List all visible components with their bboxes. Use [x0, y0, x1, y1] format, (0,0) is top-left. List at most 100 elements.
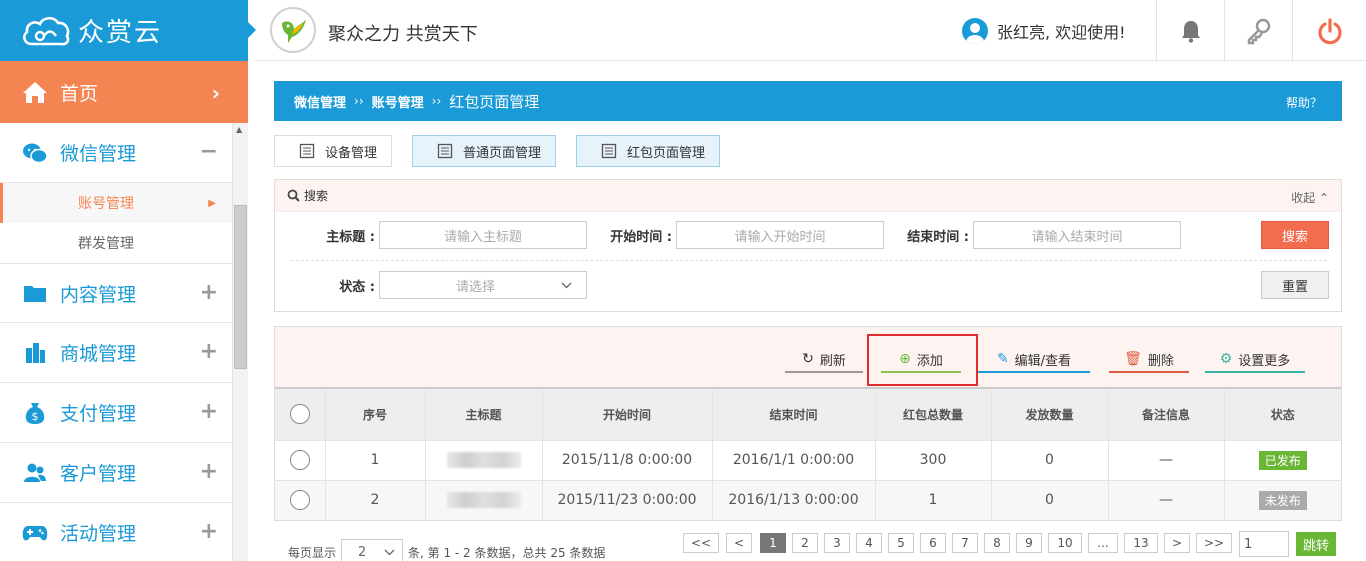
page-next[interactable]: >: [1164, 533, 1190, 553]
redacted-title: [446, 492, 521, 509]
more-settings-button[interactable]: ⚙ 设置更多: [1205, 347, 1305, 373]
search-panel-title: 搜索: [304, 189, 329, 203]
notifications-button[interactable]: [1156, 0, 1224, 61]
expand-icon[interactable]: +: [200, 519, 218, 544]
cell-status: 已发布: [1224, 439, 1341, 480]
cell-title: [425, 479, 543, 520]
page-number[interactable]: 7: [952, 533, 978, 553]
logout-button[interactable]: [1292, 0, 1366, 61]
breadcrumb: 微信管理 ›› 账号管理 ›› 红包页面管理 帮助？: [274, 81, 1342, 121]
password-button[interactable]: [1224, 0, 1292, 61]
page-number[interactable]: 9: [1016, 533, 1042, 553]
select-all-header[interactable]: [275, 389, 326, 440]
title-input[interactable]: 请输入主标题: [379, 221, 587, 249]
column-header: 开始时间: [542, 389, 713, 440]
sidebar-item-payment[interactable]: $ 支付管理 +: [0, 383, 232, 443]
jump-page-input[interactable]: 1: [1239, 531, 1289, 557]
delete-label: 删除: [1147, 353, 1174, 369]
row-radio[interactable]: [289, 490, 310, 511]
app-logo[interactable]: 众赏云: [0, 0, 248, 61]
search-panel: 搜索 收起 ⌃ 主标题 : 请输入主标题 开始时间 : 请输入开始时间 结束时间…: [274, 179, 1342, 312]
gear-icon: ⚙: [1219, 351, 1233, 367]
page-number[interactable]: 10: [1048, 533, 1082, 553]
title-filter: 主标题 : 请输入主标题: [291, 221, 587, 249]
collapse-icon[interactable]: −: [200, 139, 218, 164]
page-last[interactable]: >>: [1196, 533, 1232, 553]
data-table: 序号 主标题 开始时间 结束时间 红包总数量 发放数量 备注信息 状态 1 20…: [275, 389, 1341, 520]
column-header: 备注信息: [1108, 389, 1225, 440]
row-radio[interactable]: [289, 450, 310, 470]
help-link[interactable]: 帮助？: [1286, 94, 1322, 111]
sidebar-item-label: 内容管理: [60, 283, 137, 306]
svg-text:$: $: [32, 410, 39, 423]
table-row[interactable]: 1 2015/11/8 0:00:00 2016/1/1 0:00:00 300…: [275, 439, 1341, 480]
sidebar-item-wechat[interactable]: 微信管理 −: [0, 123, 232, 183]
search-button[interactable]: 搜索: [1261, 221, 1329, 249]
delete-button[interactable]: 🗑 删除: [1109, 347, 1189, 373]
sidebar-item-activity[interactable]: 活动管理 +: [0, 503, 232, 561]
cell-start: 2015/11/8 0:00:00: [542, 439, 713, 480]
reset-button[interactable]: 重置: [1261, 271, 1329, 299]
refresh-button[interactable]: ↻ 刷新: [785, 347, 863, 373]
expand-icon[interactable]: +: [200, 459, 218, 484]
row-select[interactable]: [275, 479, 326, 520]
sidebar-item-label: 商城管理: [60, 343, 137, 365]
divider: [291, 260, 1327, 261]
cell-note: —: [1108, 479, 1225, 520]
sidebar-subitem-account[interactable]: 账号管理 ▶: [0, 183, 232, 223]
status-select[interactable]: 请选择: [379, 271, 587, 299]
start-time-input[interactable]: 请输入开始时间: [676, 221, 884, 249]
page-number[interactable]: 13: [1124, 533, 1158, 553]
scrollbar-thumb[interactable]: [234, 205, 247, 369]
sidebar-item-mall[interactable]: 商城管理 +: [0, 323, 232, 383]
page-number[interactable]: 8: [984, 533, 1010, 553]
status-badge: 已发布: [1258, 450, 1307, 470]
page-number[interactable]: 3: [824, 533, 850, 553]
sidebar-scrollbar[interactable]: ▲: [232, 123, 248, 561]
refresh-label: 刷新: [819, 353, 846, 369]
user-avatar-icon: [962, 18, 988, 44]
cloud-logo-icon: [22, 16, 70, 45]
page-number[interactable]: 4: [856, 533, 882, 553]
table-row[interactable]: 2 2015/11/23 0:00:00 2016/1/13 0:00:00 1…: [275, 479, 1341, 520]
expand-icon[interactable]: +: [200, 280, 218, 305]
collapse-link[interactable]: 收起 ⌃: [1291, 189, 1329, 206]
page-number[interactable]: 5: [888, 533, 914, 553]
tab-normal-page[interactable]: 普通页面管理: [412, 135, 557, 167]
home-icon: [23, 82, 47, 103]
row-select[interactable]: [275, 439, 326, 480]
tab-label: 红包页面管理: [627, 145, 706, 161]
gamepad-icon: [22, 521, 48, 545]
tab-redpacket-page[interactable]: 红包页面管理: [576, 135, 721, 167]
breadcrumb-current: 红包页面管理: [449, 92, 540, 111]
sidebar-item-customer[interactable]: 客户管理 +: [0, 443, 232, 503]
breadcrumb-wechat[interactable]: 微信管理: [294, 92, 346, 111]
list-toolbar: ↻ 刷新 ⊕ 添加 ✎ 编辑/查看 🗑 删除 ⚙ 设置更多: [275, 327, 1341, 389]
page-prev[interactable]: <: [726, 533, 752, 553]
page-number[interactable]: 2: [792, 533, 818, 553]
end-time-input[interactable]: 请输入结束时间: [973, 221, 1181, 249]
expand-icon[interactable]: +: [200, 339, 218, 364]
building-icon: [22, 341, 48, 365]
scroll-up-icon[interactable]: ▲: [236, 125, 242, 134]
user-greeting[interactable]: 张红亮, 欢迎使用!: [962, 18, 1126, 44]
page-number[interactable]: 6: [920, 533, 946, 553]
column-header: 结束时间: [712, 389, 876, 440]
users-icon: [22, 461, 48, 485]
sidebar-item-content[interactable]: 内容管理 +: [0, 263, 232, 323]
list-panel: ↻ 刷新 ⊕ 添加 ✎ 编辑/查看 🗑 删除 ⚙ 设置更多 序号 主标题 开始时…: [274, 326, 1342, 521]
cell-total: 1: [875, 479, 992, 520]
sidebar-item-home[interactable]: 首页 ›: [0, 61, 248, 123]
edit-button[interactable]: ✎ 编辑/查看: [978, 347, 1090, 373]
sidebar-subitem-broadcast[interactable]: 群发管理: [0, 223, 232, 263]
select-all-radio[interactable]: [289, 404, 310, 425]
tab-device[interactable]: 设备管理: [274, 135, 393, 167]
jump-button[interactable]: 跳转: [1296, 532, 1336, 556]
key-icon: [1247, 18, 1270, 44]
status-badge: 未发布: [1258, 490, 1307, 510]
page-number[interactable]: 1: [760, 533, 786, 553]
breadcrumb-account[interactable]: 账号管理: [372, 92, 424, 111]
chevron-right-icon: ›: [211, 81, 220, 105]
expand-icon[interactable]: +: [200, 399, 218, 424]
page-first[interactable]: <<: [683, 533, 719, 553]
